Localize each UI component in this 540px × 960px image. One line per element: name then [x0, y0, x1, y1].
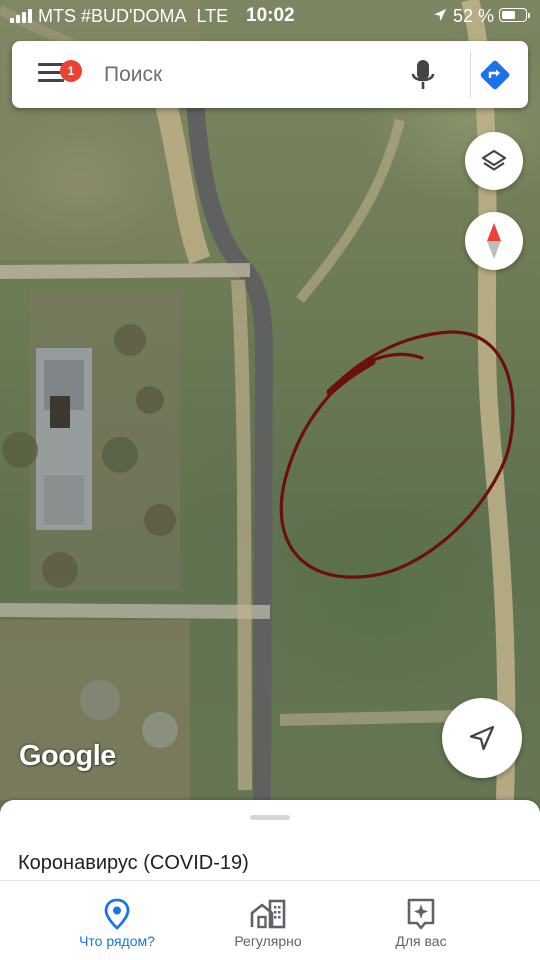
location-services-icon	[434, 9, 446, 21]
signal-strength-icon	[10, 9, 32, 23]
tab-for-you[interactable]: Для вас	[346, 881, 496, 960]
status-time: 10:02	[246, 5, 295, 26]
status-bar: MTS #BUD'DOMA LTE 10:02 52 %	[0, 0, 540, 34]
layers-icon	[481, 149, 507, 171]
search-bar: 1	[12, 41, 528, 108]
bottom-sheet[interactable]: Коронавирус (COVID-19)	[0, 800, 540, 886]
my-location-button[interactable]	[442, 698, 522, 778]
tab-explore[interactable]: Что рядом?	[42, 881, 192, 960]
tab-commute-label: Регулярно	[234, 933, 302, 949]
layers-button[interactable]	[465, 132, 523, 190]
search-divider	[470, 51, 471, 99]
for-you-icon	[407, 898, 435, 930]
bottom-tab-bar: Что рядом? Регулярно Для вас	[0, 880, 540, 960]
mic-icon[interactable]	[408, 57, 438, 93]
sheet-drag-handle[interactable]	[250, 815, 290, 820]
compass-button[interactable]	[465, 212, 523, 270]
tab-for-you-label: Для вас	[395, 933, 447, 949]
compass-icon	[487, 223, 501, 259]
explore-pin-icon	[104, 898, 130, 930]
tab-commute[interactable]: Регулярно	[193, 881, 343, 960]
network-type: LTE	[196, 6, 229, 26]
carrier-name: MTS #BUD'DOMA LTE	[38, 6, 229, 26]
google-attribution: Google	[19, 740, 116, 772]
battery-percent: 52 %	[453, 6, 495, 26]
directions-icon[interactable]	[478, 58, 512, 92]
sheet-title[interactable]: Коронавирус (COVID-19)	[18, 852, 249, 875]
search-input[interactable]	[102, 55, 402, 95]
my-location-icon	[469, 725, 495, 751]
commute-icon	[250, 899, 286, 929]
notification-badge: 1	[60, 60, 82, 82]
battery-icon	[499, 8, 530, 22]
hand-drawn-circle	[279, 330, 515, 579]
tab-explore-label: Что рядом?	[79, 933, 155, 949]
